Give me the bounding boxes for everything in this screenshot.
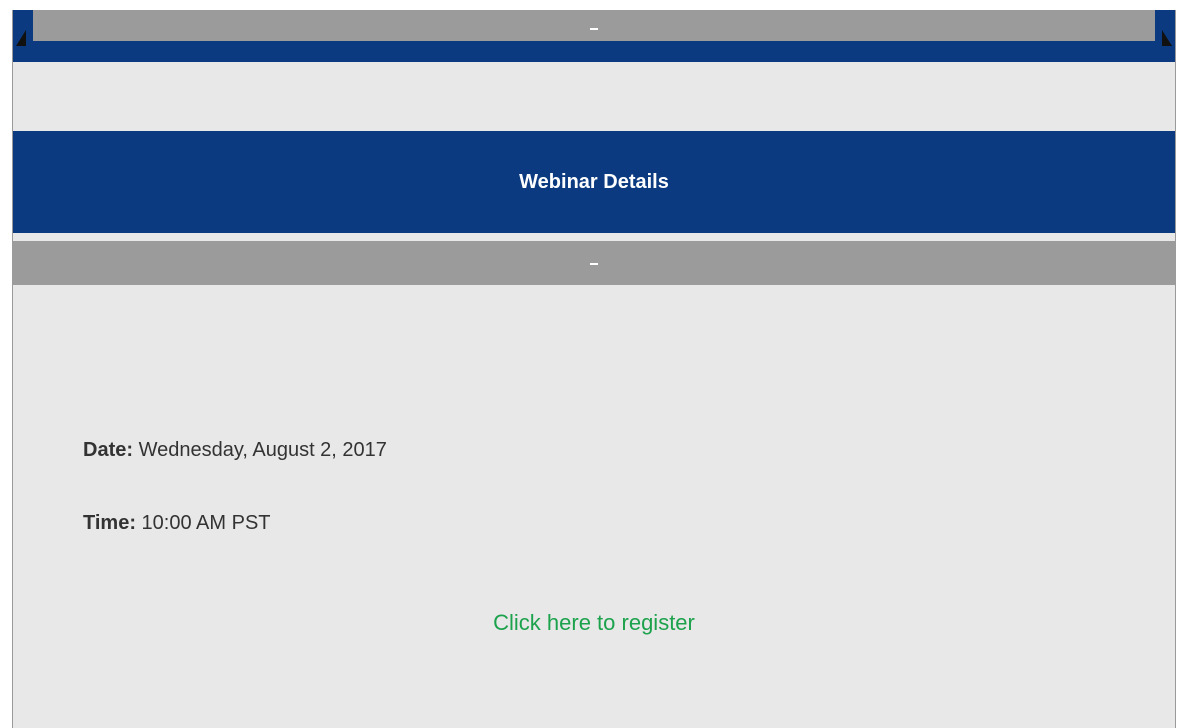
date-value: Wednesday, August 2, 2017 xyxy=(138,439,387,461)
mid-gray-bar xyxy=(13,241,1175,285)
top-gray-bar xyxy=(33,10,1155,41)
register-link[interactable]: Click here to register xyxy=(0,610,1188,636)
date-line: Date: Wednesday, August 2, 2017 xyxy=(83,439,387,462)
header-band: Webinar Details xyxy=(13,131,1175,233)
time-value: 10:00 AM PST xyxy=(141,512,271,534)
corner-right-icon xyxy=(1162,30,1172,46)
time-label: Time: xyxy=(83,512,136,534)
dash-divider xyxy=(590,28,598,30)
dash-divider xyxy=(590,263,598,265)
date-label: Date: xyxy=(83,439,134,461)
page-title: Webinar Details xyxy=(519,170,669,193)
corner-left-icon xyxy=(16,30,26,46)
time-line: Time: 10:00 AM PST xyxy=(83,512,271,535)
